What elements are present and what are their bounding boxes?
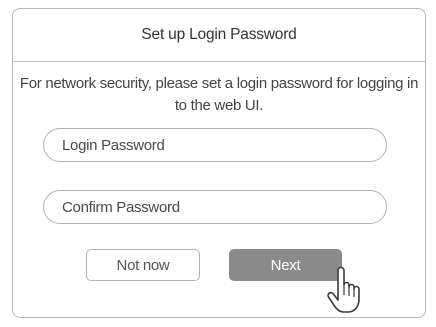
confirm-password-input[interactable] [62, 198, 386, 216]
confirm-password-field[interactable] [43, 190, 387, 224]
dialog-description: For network security, please set a login… [19, 75, 419, 114]
login-password-input[interactable] [62, 136, 386, 154]
dialog-title: Set up Login Password [13, 9, 425, 62]
not-now-button[interactable]: Not now [86, 249, 200, 281]
login-password-field[interactable] [43, 128, 387, 162]
hand-pointer-icon [327, 266, 360, 313]
